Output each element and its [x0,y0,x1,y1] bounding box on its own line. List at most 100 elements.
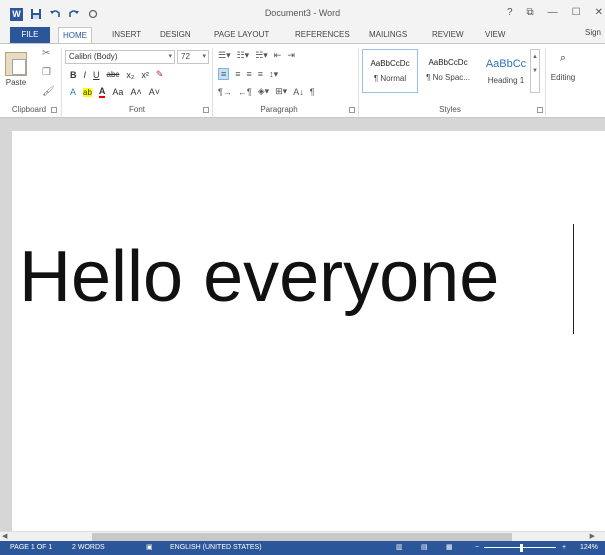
tab-references[interactable]: REFERENCES [291,27,354,43]
clipboard-launcher-icon[interactable] [51,107,57,113]
bullets-icon[interactable]: ☰▾ [218,50,231,61]
tab-mailings[interactable]: MAILINGS [365,27,411,43]
zoom-slider-thumb[interactable] [520,544,523,552]
style-normal[interactable]: AaBbCcDc ¶ Normal [362,49,418,93]
clear-formatting-icon[interactable]: ✎ [156,69,164,80]
editing-button[interactable]: ⌕ Editing [548,52,578,82]
cut-icon[interactable]: ✂ [42,48,55,59]
font-color-row: A ab A Aa A˄ A˅ [70,86,160,98]
binoculars-icon: ⌕ [559,52,567,64]
horizontal-scrollbar[interactable]: ◀ ▶ [0,531,605,541]
group-divider [358,48,359,116]
sort-button[interactable]: A↓ [293,87,304,97]
superscript-button[interactable]: x² [141,70,149,80]
sign-in-link[interactable]: Sign [585,28,601,37]
justify-icon[interactable]: ≡ [258,69,263,79]
borders-icon[interactable]: ⊞▾ [275,86,287,97]
status-bar: PAGE 1 OF 1 2 WORDS ▣ ENGLISH (UNITED ST… [0,541,605,555]
clipboard-small-buttons: ✂ ❐ 🖌 [42,48,55,97]
shrink-font-button[interactable]: A˅ [149,87,160,97]
minimize-button[interactable]: — [548,7,558,18]
ribbon: Paste ✂ ❐ 🖌 Clipboard Calibri (Body) ▾ 7… [0,43,605,118]
multilevel-list-icon[interactable]: ☵▾ [255,50,268,61]
style-name: Heading 1 [487,76,525,85]
copy-icon[interactable]: ❐ [42,67,55,78]
font-color-button[interactable]: A [98,86,106,98]
strikethrough-button[interactable]: abc [107,70,120,79]
italic-button[interactable]: I [84,70,87,80]
chevron-down-icon: ▾ [168,53,172,60]
title-bar: W Document3 - Word ? ⧉ — ☐ ✕ [0,0,605,26]
change-case-button[interactable]: Aa [112,87,123,97]
group-divider [545,48,546,116]
style-sample: AaBbCc [485,58,527,70]
font-name-value: Calibri (Body) [69,52,118,61]
styles-group-label: Styles [439,105,461,114]
read-mode-icon[interactable]: ▥ [396,541,403,555]
word-count[interactable]: 2 WORDS [72,541,105,555]
tab-page-layout[interactable]: PAGE LAYOUT [210,27,273,43]
decrease-indent-icon[interactable]: ⇤ [274,50,282,61]
document-page[interactable]: Hello everyone [12,131,605,531]
align-left-icon[interactable]: ≡ [218,68,230,80]
style-no-spacing[interactable]: AaBbCcDc ¶ No Spac... [420,49,476,93]
alignment-row: ≡ ≡ ≡ ≡ ↕▾ [218,68,278,80]
zoom-out-button[interactable]: − [475,541,479,555]
text-effects-button[interactable]: A [70,87,76,97]
list-row: ☰▾ ☷▾ ☵▾ ⇤ ⇥ [218,50,295,61]
bold-button[interactable]: B [70,70,77,80]
rtl-icon[interactable]: ←¶ [238,87,252,97]
font-launcher-icon[interactable] [203,107,209,113]
highlight-button[interactable]: ab [83,87,92,97]
scroll-right-icon[interactable]: ▶ [590,532,595,540]
ribbon-display-icon[interactable]: ⧉ [527,7,534,18]
zoom-level[interactable]: 124% [580,541,598,555]
maximize-button[interactable]: ☐ [572,7,581,18]
print-layout-icon[interactable]: ▤ [421,541,428,555]
scroll-left-icon[interactable]: ◀ [2,532,7,540]
styles-scroll-buttons[interactable]: ▲ ▼ [530,49,540,93]
paragraph-launcher-icon[interactable] [349,107,355,113]
style-name: ¶ No Spac... [426,73,470,82]
shading-icon[interactable]: ◈▾ [258,86,269,97]
subscript-button[interactable]: x₂ [126,70,134,80]
format-painter-icon[interactable]: 🖌 [42,86,55,97]
text-cursor [573,224,574,334]
zoom-in-button[interactable]: + [562,541,566,555]
page-count[interactable]: PAGE 1 OF 1 [10,541,52,555]
align-center-icon[interactable]: ≡ [235,69,240,79]
tab-view[interactable]: VIEW [481,27,509,43]
align-right-icon[interactable]: ≡ [247,69,252,79]
language-indicator[interactable]: ENGLISH (UNITED STATES) [170,541,262,555]
help-icon[interactable]: ? [507,7,513,18]
grow-font-button[interactable]: A˄ [130,87,141,97]
tab-home[interactable]: HOME [58,27,92,44]
tab-design[interactable]: DESIGN [156,27,195,43]
window-controls: ? ⧉ — ☐ ✕ [507,7,603,18]
proofing-icon[interactable]: ▣ [146,541,153,555]
tab-file[interactable]: FILE [10,27,50,43]
close-button[interactable]: ✕ [595,7,603,18]
tab-review[interactable]: REVIEW [428,27,468,43]
scrollbar-thumb[interactable] [92,533,512,541]
line-spacing-icon[interactable]: ↕▾ [269,69,278,80]
tab-insert[interactable]: INSERT [108,27,145,43]
ltr-icon[interactable]: ¶→ [218,87,232,97]
style-heading-1[interactable]: AaBbCc Heading 1 [478,49,534,93]
styles-gallery: AaBbCcDc ¶ Normal AaBbCcDc ¶ No Spac... … [362,49,542,101]
editing-label: Editing [550,73,576,82]
underline-button[interactable]: U [93,70,100,80]
clipboard-icon [5,52,27,76]
numbering-icon[interactable]: ☷▾ [237,50,250,61]
paste-button[interactable]: Paste [2,52,30,87]
style-name: ¶ Normal [373,74,407,83]
show-formatting-button[interactable]: ¶ [310,87,315,97]
font-size-select[interactable]: 72 ▾ [177,50,209,64]
font-name-select[interactable]: Calibri (Body) ▾ [65,50,175,64]
document-text[interactable]: Hello everyone [19,236,499,318]
web-layout-icon[interactable]: ▦ [446,541,453,555]
paragraph-group-label: Paragraph [260,105,298,114]
increase-indent-icon[interactable]: ⇥ [287,50,295,61]
ribbon-tabs: FILE HOME INSERT DESIGN PAGE LAYOUT REFE… [0,26,605,44]
styles-launcher-icon[interactable] [537,107,543,113]
